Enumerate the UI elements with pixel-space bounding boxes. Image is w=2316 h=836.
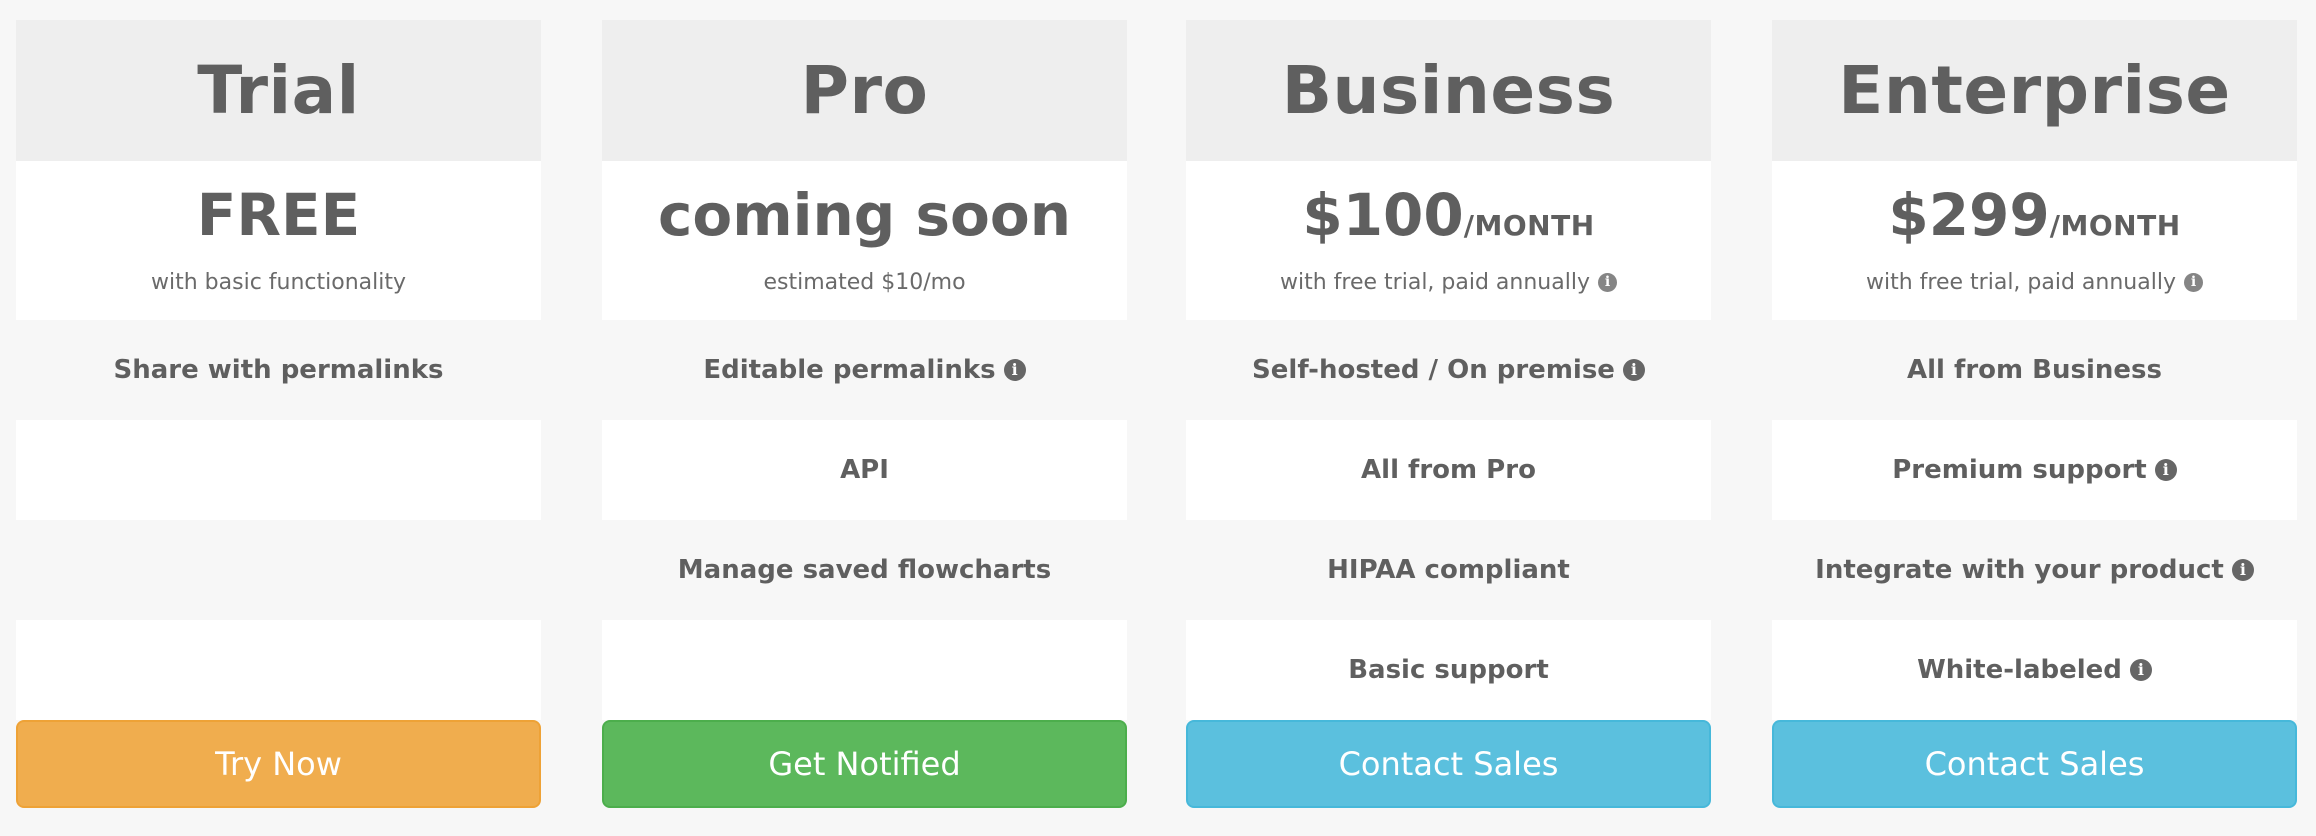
- feature-label: Integrate with your product: [1815, 555, 2224, 585]
- plan-business: Business $100/MONTH with free trial, pai…: [1186, 20, 1711, 808]
- feature-row: Share with permalinks: [16, 320, 541, 420]
- feature-row: Editable permalinks i: [602, 320, 1127, 420]
- feature-row: Manage saved flowcharts: [602, 520, 1127, 620]
- feature-label: HIPAA compliant: [1327, 555, 1570, 585]
- plan-trial: Trial FREE with basic functionality Shar…: [16, 20, 541, 808]
- price-block: coming soon estimated $10/mo: [602, 161, 1127, 320]
- info-icon[interactable]: i: [2183, 273, 2203, 292]
- info-icon[interactable]: i: [1597, 273, 1617, 292]
- price-note-text: with free trial, paid annually: [1280, 270, 1590, 295]
- plan-title: Pro: [602, 20, 1127, 161]
- feature-row: [16, 420, 541, 520]
- feature-label: All from Pro: [1361, 455, 1536, 485]
- price-unit: /MONTH: [2049, 209, 2181, 242]
- price-block: FREE with basic functionality: [16, 161, 541, 320]
- price-amount: FREE: [196, 181, 361, 249]
- get-notified-button[interactable]: Get Notified: [602, 720, 1127, 808]
- price-note: with basic functionality: [16, 270, 541, 295]
- info-icon[interactable]: i: [2231, 559, 2254, 581]
- feature-label: Share with permalinks: [113, 355, 444, 385]
- info-icon[interactable]: i: [2154, 459, 2177, 481]
- price-amount: coming soon: [657, 181, 1072, 249]
- price-note-text: with free trial, paid annually: [1866, 270, 2176, 295]
- price-note-text: with basic functionality: [151, 270, 406, 295]
- feature-label: Manage saved flowcharts: [677, 555, 1052, 585]
- feature-label: Editable permalinks: [703, 355, 996, 385]
- feature-row: API: [602, 420, 1127, 520]
- feature-label: Premium support: [1892, 455, 2147, 485]
- info-icon[interactable]: i: [2129, 659, 2152, 681]
- feature-row: [16, 520, 541, 620]
- feature-row: HIPAA compliant: [1186, 520, 1711, 620]
- plan-enterprise: Enterprise $299/MONTH with free trial, p…: [1772, 20, 2297, 808]
- feature-row: All from Pro: [1186, 420, 1711, 520]
- feature-label: API: [840, 455, 889, 485]
- contact-sales-button[interactable]: Contact Sales: [1186, 720, 1711, 808]
- info-icon[interactable]: i: [1622, 359, 1645, 381]
- feature-row: [16, 620, 541, 720]
- price-block: $100/MONTH with free trial, paid annuall…: [1186, 161, 1711, 320]
- price: coming soon: [602, 181, 1127, 260]
- price-note: estimated $10/mo: [602, 270, 1127, 295]
- feature-row: All from Business: [1772, 320, 2297, 420]
- contact-sales-button[interactable]: Contact Sales: [1772, 720, 2297, 808]
- feature-label: Basic support: [1348, 655, 1549, 685]
- price: FREE: [16, 181, 541, 260]
- feature-label: Self-hosted / On premise: [1252, 355, 1615, 385]
- price-amount: $100: [1302, 181, 1464, 249]
- price-amount: $299: [1888, 181, 2050, 249]
- feature-row: Basic support: [1186, 620, 1711, 720]
- price-note-text: estimated $10/mo: [763, 270, 966, 295]
- pricing-table: Trial FREE with basic functionality Shar…: [0, 0, 2316, 836]
- feature-label: White-labeled: [1917, 655, 2122, 685]
- price-note: with free trial, paid annually i: [1772, 270, 2297, 295]
- price: $100/MONTH: [1186, 181, 1711, 260]
- feature-row: Integrate with your product i: [1772, 520, 2297, 620]
- price-note: with free trial, paid annually i: [1186, 270, 1711, 295]
- try-now-button[interactable]: Try Now: [16, 720, 541, 808]
- feature-label: All from Business: [1907, 355, 2162, 385]
- feature-row: White-labeled i: [1772, 620, 2297, 720]
- price-block: $299/MONTH with free trial, paid annuall…: [1772, 161, 2297, 320]
- plan-title: Business: [1186, 20, 1711, 161]
- feature-row: Self-hosted / On premise i: [1186, 320, 1711, 420]
- plan-title: Trial: [16, 20, 541, 161]
- plan-pro: Pro coming soon estimated $10/mo Editabl…: [602, 20, 1127, 808]
- info-icon[interactable]: i: [1003, 359, 1026, 381]
- price: $299/MONTH: [1772, 181, 2297, 260]
- feature-row: [602, 620, 1127, 720]
- plan-title: Enterprise: [1772, 20, 2297, 161]
- price-unit: /MONTH: [1463, 209, 1595, 242]
- feature-row: Premium support i: [1772, 420, 2297, 520]
